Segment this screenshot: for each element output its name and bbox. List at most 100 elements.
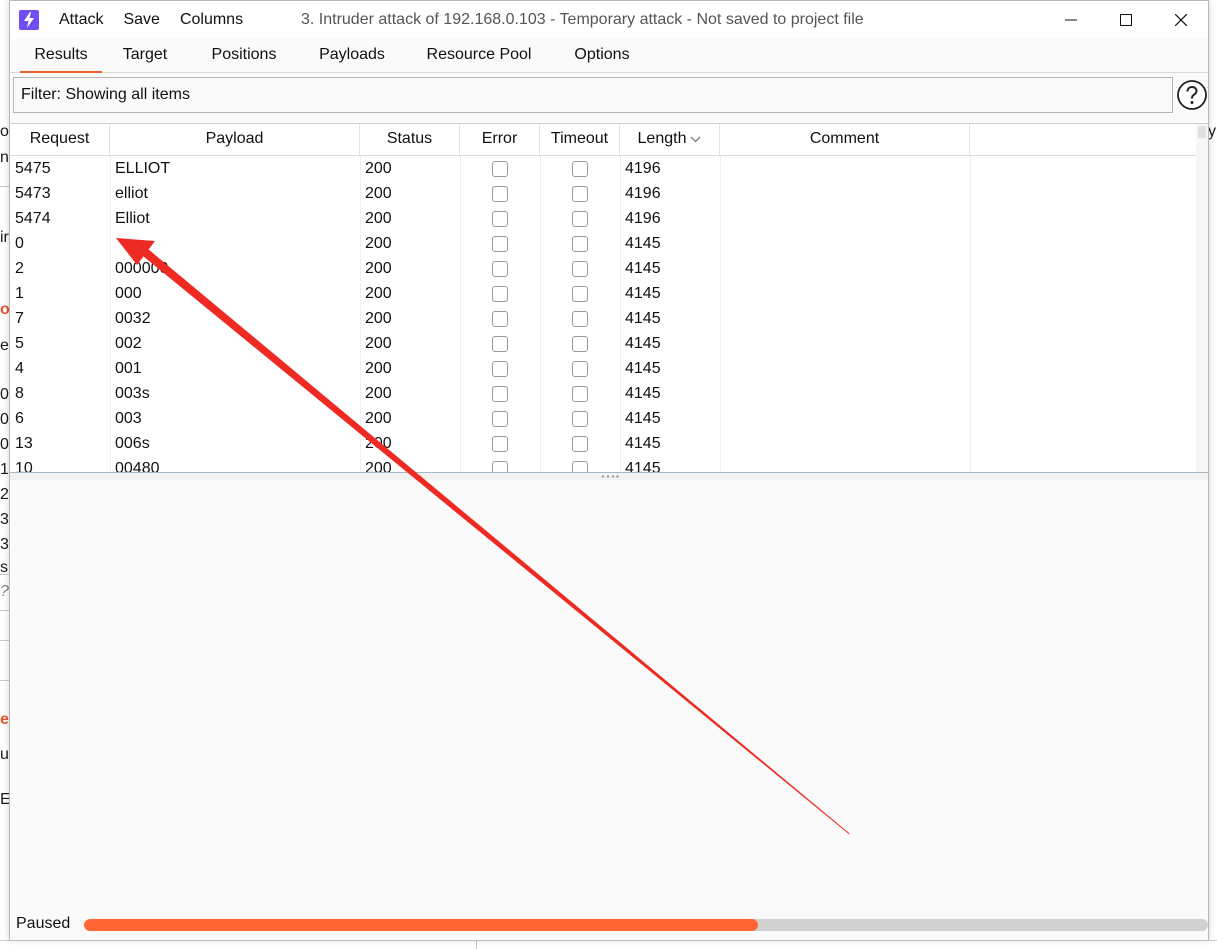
error-checkbox[interactable] — [492, 461, 508, 472]
error-checkbox[interactable] — [492, 186, 508, 202]
tab-payloads[interactable]: Payloads — [308, 39, 396, 73]
column-header-timeout[interactable]: Timeout — [540, 124, 620, 155]
cell-status: 200 — [365, 435, 392, 452]
table-row[interactable]: 7 0032 200 4145 — [10, 306, 1196, 331]
help-icon — [1177, 80, 1207, 110]
title-bar[interactable]: Attack Save Columns 3. Intruder attack o… — [10, 1, 1208, 39]
timeout-checkbox[interactable] — [572, 361, 588, 377]
column-header-request[interactable]: Request — [10, 124, 110, 155]
scrollbar-thumb[interactable] — [1198, 126, 1206, 138]
menu-save[interactable]: Save — [123, 11, 159, 29]
timeout-checkbox[interactable] — [572, 461, 588, 472]
error-checkbox[interactable] — [492, 386, 508, 402]
table-row[interactable]: 5473 elliot 200 4196 — [10, 181, 1196, 206]
filter-bar[interactable]: Filter: Showing all items — [13, 77, 1173, 113]
table-row[interactable]: 6 003 200 4145 — [10, 406, 1196, 431]
timeout-checkbox[interactable] — [572, 411, 588, 427]
cell-comment — [720, 306, 970, 331]
error-checkbox[interactable] — [492, 436, 508, 452]
table-row[interactable]: 8 003s 200 4145 — [10, 381, 1196, 406]
table-row[interactable]: 1 000 200 4145 — [10, 281, 1196, 306]
cell-length: 4196 — [625, 185, 661, 202]
table-row[interactable]: 4 001 200 4145 — [10, 356, 1196, 381]
error-checkbox[interactable] — [492, 311, 508, 327]
column-header-length-label: Length — [637, 130, 687, 148]
table-row[interactable]: 5 002 200 4145 — [10, 331, 1196, 356]
close-button[interactable] — [1153, 1, 1208, 39]
cell-comment — [720, 156, 970, 181]
table-row[interactable]: 5474 Elliot 200 4196 — [10, 206, 1196, 231]
timeout-checkbox[interactable] — [572, 186, 588, 202]
cell-comment — [720, 431, 970, 456]
menu-columns[interactable]: Columns — [180, 11, 243, 29]
cell-comment — [720, 331, 970, 356]
table-row[interactable]: 10 00480 200 4145 — [10, 456, 1196, 472]
timeout-checkbox[interactable] — [572, 211, 588, 227]
tab-positions[interactable]: Positions — [200, 39, 288, 73]
error-checkbox[interactable] — [492, 336, 508, 352]
timeout-checkbox[interactable] — [572, 386, 588, 402]
cell-request: 1 — [15, 285, 24, 302]
background-divider — [476, 940, 477, 949]
pane-splitter[interactable] — [10, 472, 1208, 480]
intruder-attack-window: Attack Save Columns 3. Intruder attack o… — [9, 0, 1209, 940]
error-checkbox[interactable] — [492, 161, 508, 177]
timeout-checkbox[interactable] — [572, 311, 588, 327]
column-header-comment[interactable]: Comment — [720, 124, 970, 155]
error-checkbox[interactable] — [492, 361, 508, 377]
cell-status: 200 — [365, 385, 392, 402]
cell-request: 5473 — [15, 185, 51, 202]
tab-results[interactable]: Results — [20, 39, 102, 73]
cell-payload: 00480 — [115, 460, 160, 472]
minimize-button[interactable] — [1043, 1, 1098, 39]
menu-attack[interactable]: Attack — [59, 11, 103, 29]
cell-payload: Elliot — [115, 210, 150, 227]
error-checkbox[interactable] — [492, 286, 508, 302]
cell-length: 4145 — [625, 360, 661, 377]
cell-request: 7 — [15, 310, 24, 327]
timeout-checkbox[interactable] — [572, 261, 588, 277]
timeout-checkbox[interactable] — [572, 161, 588, 177]
tab-options[interactable]: Options — [564, 39, 640, 73]
error-checkbox[interactable] — [492, 411, 508, 427]
cell-length: 4145 — [625, 410, 661, 427]
cell-payload: 002 — [115, 335, 142, 352]
cell-comment — [720, 381, 970, 406]
cell-request: 10 — [15, 460, 33, 472]
table-row[interactable]: 13 006s 200 4145 — [10, 431, 1196, 456]
help-button[interactable] — [1176, 79, 1208, 111]
cell-comment — [720, 356, 970, 381]
error-checkbox[interactable] — [492, 236, 508, 252]
menu-bar: Attack Save Columns — [59, 1, 263, 39]
column-header-payload[interactable]: Payload — [110, 124, 360, 155]
timeout-checkbox[interactable] — [572, 336, 588, 352]
cell-payload: 003s — [115, 385, 150, 402]
timeout-checkbox[interactable] — [572, 236, 588, 252]
results-table: Request Payload Status Error Timeout Len… — [10, 123, 1208, 472]
attack-status: Paused — [16, 915, 71, 932]
cell-request: 0 — [15, 235, 24, 252]
column-header-status[interactable]: Status — [360, 124, 460, 155]
cell-length: 4145 — [625, 385, 661, 402]
sort-descending-icon — [690, 124, 701, 154]
error-checkbox[interactable] — [492, 211, 508, 227]
tab-target[interactable]: Target — [112, 39, 178, 73]
cell-comment — [720, 231, 970, 256]
background-divider — [0, 940, 1217, 941]
column-header-length[interactable]: Length — [620, 124, 720, 155]
table-row[interactable]: 2 000000 200 4145 — [10, 256, 1196, 281]
cell-status: 200 — [365, 285, 392, 302]
table-row[interactable]: 5475 ELLIOT 200 4196 — [10, 156, 1196, 181]
request-response-pane — [10, 480, 1208, 908]
maximize-button[interactable] — [1098, 1, 1153, 39]
cell-status: 200 — [365, 235, 392, 252]
error-checkbox[interactable] — [492, 261, 508, 277]
timeout-checkbox[interactable] — [572, 286, 588, 302]
window-controls — [1043, 1, 1208, 39]
timeout-checkbox[interactable] — [572, 436, 588, 452]
table-vertical-scrollbar[interactable] — [1196, 124, 1208, 472]
tab-resource-pool[interactable]: Resource Pool — [416, 39, 542, 73]
table-row[interactable]: 0 200 4145 — [10, 231, 1196, 256]
column-header-error[interactable]: Error — [460, 124, 540, 155]
cell-status: 200 — [365, 460, 392, 472]
